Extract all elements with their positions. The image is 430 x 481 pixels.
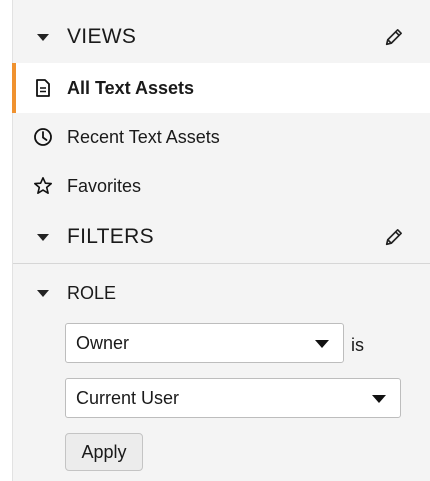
views-title: VIEWS <box>67 25 137 48</box>
caret-down-icon[interactable] <box>37 33 49 41</box>
sidebar-item-recent-text-assets[interactable]: Recent Text Assets <box>13 112 430 162</box>
pencil-icon[interactable] <box>383 26 405 48</box>
role-field-select[interactable]: Owner <box>65 323 344 363</box>
role-field-value: Owner <box>76 332 130 353</box>
sidebar-item-all-text-assets[interactable]: All Text Assets <box>12 63 430 113</box>
caret-down-icon[interactable] <box>37 233 49 241</box>
views-section-header[interactable]: VIEWS <box>13 12 430 62</box>
star-icon <box>34 177 52 194</box>
sidebar-panel: VIEWS All Text Assets Recent Text Assets… <box>12 0 430 481</box>
apply-button[interactable]: Apply <box>65 433 143 471</box>
section-divider <box>13 263 430 264</box>
dropdown-arrow-icon <box>372 395 386 403</box>
sidebar-item-label: Recent Text Assets <box>67 126 220 147</box>
sidebar-item-label: Favorites <box>67 175 142 196</box>
operator-label: is <box>351 335 364 355</box>
clock-icon <box>34 128 52 146</box>
document-icon <box>36 79 50 97</box>
role-filter-label: ROLE <box>67 282 117 303</box>
filters-section-header[interactable]: FILTERS <box>13 212 430 262</box>
role-value-select[interactable]: Current User <box>65 378 401 418</box>
filters-title: FILTERS <box>67 225 154 248</box>
sidebar-item-favorites[interactable]: Favorites <box>13 161 430 211</box>
sidebar-item-label: All Text Assets <box>67 77 195 98</box>
role-value: Current User <box>76 387 180 408</box>
caret-down-icon[interactable] <box>37 289 49 297</box>
role-filter-header[interactable]: ROLE <box>13 278 430 308</box>
dropdown-arrow-icon <box>315 340 329 348</box>
pencil-icon[interactable] <box>383 226 405 248</box>
